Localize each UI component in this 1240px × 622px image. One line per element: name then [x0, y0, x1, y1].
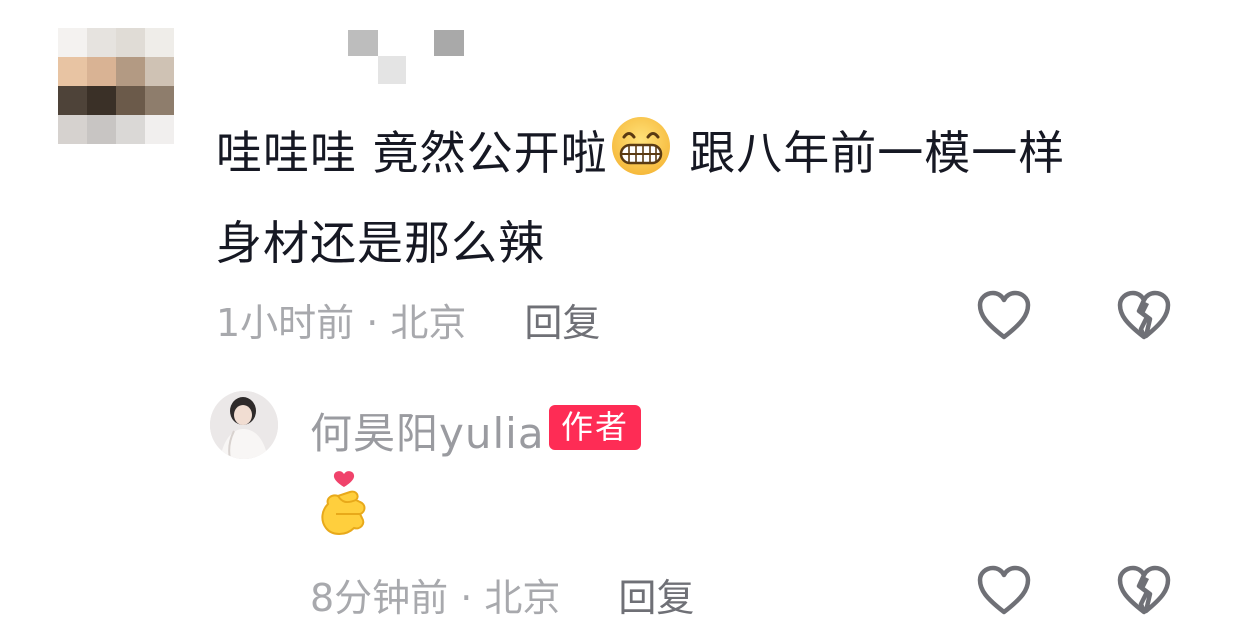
broken-heart-icon	[1116, 289, 1172, 341]
author-name[interactable]: 何昊阳yulia	[310, 400, 545, 461]
comment-meta: 1小时前 · 北京 回复	[216, 292, 600, 347]
reply-like-button[interactable]	[974, 560, 1034, 620]
grin-emoji-icon	[610, 115, 672, 177]
reply-time-location: 8分钟前 · 北京	[310, 576, 561, 620]
heart-outline-icon	[976, 564, 1032, 616]
reply-dislike-button[interactable]	[1114, 560, 1174, 620]
comment-text: 哇哇哇 竟然公开啦 跟八年前一模一样 身材还是那么辣	[216, 108, 1206, 288]
finger-heart-emoji-icon	[316, 470, 372, 540]
comment-text-part1: 哇哇哇 竟然公开啦	[216, 126, 608, 180]
heart-outline-icon	[976, 289, 1032, 341]
dislike-button[interactable]	[1114, 285, 1174, 345]
like-button[interactable]	[974, 285, 1034, 345]
reply-reply-button[interactable]: 回复	[618, 576, 694, 620]
broken-heart-icon	[1116, 564, 1172, 616]
username-blurred	[346, 28, 466, 86]
author-avatar[interactable]	[210, 391, 278, 459]
reply-meta: 8分钟前 · 北京 回复	[310, 567, 694, 622]
comment-text-part2: 跟八年前一模一样	[673, 126, 1066, 180]
reply-button[interactable]: 回复	[524, 301, 600, 345]
comment-time-location: 1小时前 · 北京	[216, 301, 467, 345]
author-badge: 作者	[549, 405, 642, 450]
comment-text-line2: 身材还是那么辣	[216, 216, 545, 270]
avatar[interactable]	[58, 28, 174, 144]
